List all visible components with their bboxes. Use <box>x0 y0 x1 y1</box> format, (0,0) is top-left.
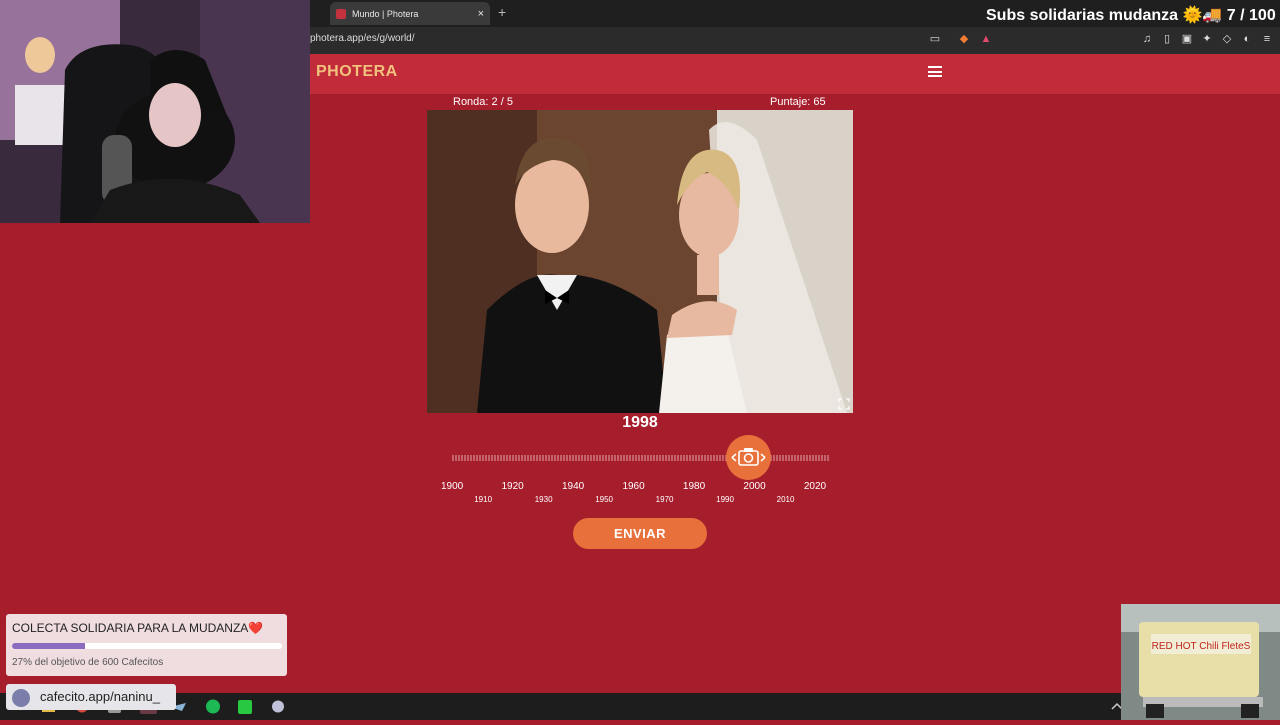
site-header <box>310 54 1280 94</box>
sidebar-icon[interactable]: ▯ <box>1161 33 1173 45</box>
cafecito-icon <box>12 689 30 707</box>
truck-overlay: RED HOT Chili FleteS <box>1121 604 1280 720</box>
game-photo <box>427 110 853 413</box>
camera-icon <box>731 448 766 466</box>
brave-shield-icon[interactable]: ◆ <box>958 33 970 45</box>
year-label: 1980 <box>682 481 706 492</box>
year-sublabel: 1930 <box>534 495 553 504</box>
cast-icon[interactable]: ▭ <box>929 33 941 45</box>
rewards-icon[interactable]: ▲ <box>980 33 992 45</box>
donation-progress-fill <box>12 643 85 649</box>
year-sublabel: 1970 <box>655 495 674 504</box>
stream-title: Subs solidarias mudanza 🌞🚚 7 / 100 <box>986 7 1276 24</box>
webcam-overlay <box>0 0 310 223</box>
year-sublabel: 2010 <box>776 495 795 504</box>
score-counter: Puntaje: 65 <box>770 96 826 108</box>
year-slider-track[interactable] <box>452 453 830 463</box>
leo-icon[interactable]: ◐ <box>1241 33 1253 45</box>
url-field[interactable]: photera.app/es/g/world/ <box>310 33 415 44</box>
year-label: 1940 <box>561 481 585 492</box>
truck-sign-text: RED HOT Chili FleteS <box>1152 641 1251 652</box>
wedding-photo-illustration <box>427 110 853 413</box>
year-sublabel: 1990 <box>716 495 734 504</box>
year-sublabel: 1950 <box>595 495 613 504</box>
taskbar-icons <box>42 699 1123 714</box>
browser-tab[interactable]: Mundo | Photera × <box>330 2 490 25</box>
vpn-icon[interactable]: ◇ <box>1221 33 1233 45</box>
media-icon[interactable]: ♫ <box>1141 33 1153 45</box>
year-label: 2000 <box>743 481 766 492</box>
hamburger-menu-icon[interactable] <box>928 66 942 77</box>
photera-favicon-icon <box>336 8 346 19</box>
app-icon-2 <box>272 700 284 713</box>
year-label: 2020 <box>803 481 827 492</box>
submit-button[interactable]: ENVIAR <box>573 518 707 549</box>
truck-illustration: RED HOT Chili FleteS <box>1121 604 1280 720</box>
tab-close-icon[interactable]: × <box>478 8 484 20</box>
selected-year: 1998 <box>622 414 658 431</box>
donation-subtitle: 27% del objetivo de 600 Cafecitos <box>12 657 164 668</box>
donation-title: COLECTA SOLIDARIA PARA LA MUDANZA❤️ <box>12 621 264 635</box>
photera-logo[interactable]: PHOTERA <box>316 63 398 81</box>
tab-title: Mundo | Photera <box>352 8 419 19</box>
browser-menu-icon[interactable]: ≡ <box>1261 33 1273 45</box>
year-label: 1960 <box>622 481 645 492</box>
year-label: 1920 <box>501 481 524 492</box>
year-sublabel: 1910 <box>474 495 493 504</box>
cafecito-link[interactable]: cafecito.app/naninu_ <box>40 689 160 704</box>
kick-icon <box>238 700 252 714</box>
webcam-illustration <box>0 0 310 223</box>
year-slider-thumb[interactable] <box>726 435 772 480</box>
wallet-icon[interactable]: ▣ <box>1181 33 1193 45</box>
taskbar <box>0 693 1280 720</box>
donation-progress-bar <box>12 643 282 649</box>
round-counter: Ronda: 2 / 5 <box>453 96 513 108</box>
spotify-icon <box>206 699 220 714</box>
fullscreen-expand-icon[interactable] <box>838 398 850 410</box>
year-label: 1900 <box>441 481 464 492</box>
new-tab-icon[interactable]: + <box>498 4 506 20</box>
extensions-icon[interactable]: ✦ <box>1201 33 1213 45</box>
